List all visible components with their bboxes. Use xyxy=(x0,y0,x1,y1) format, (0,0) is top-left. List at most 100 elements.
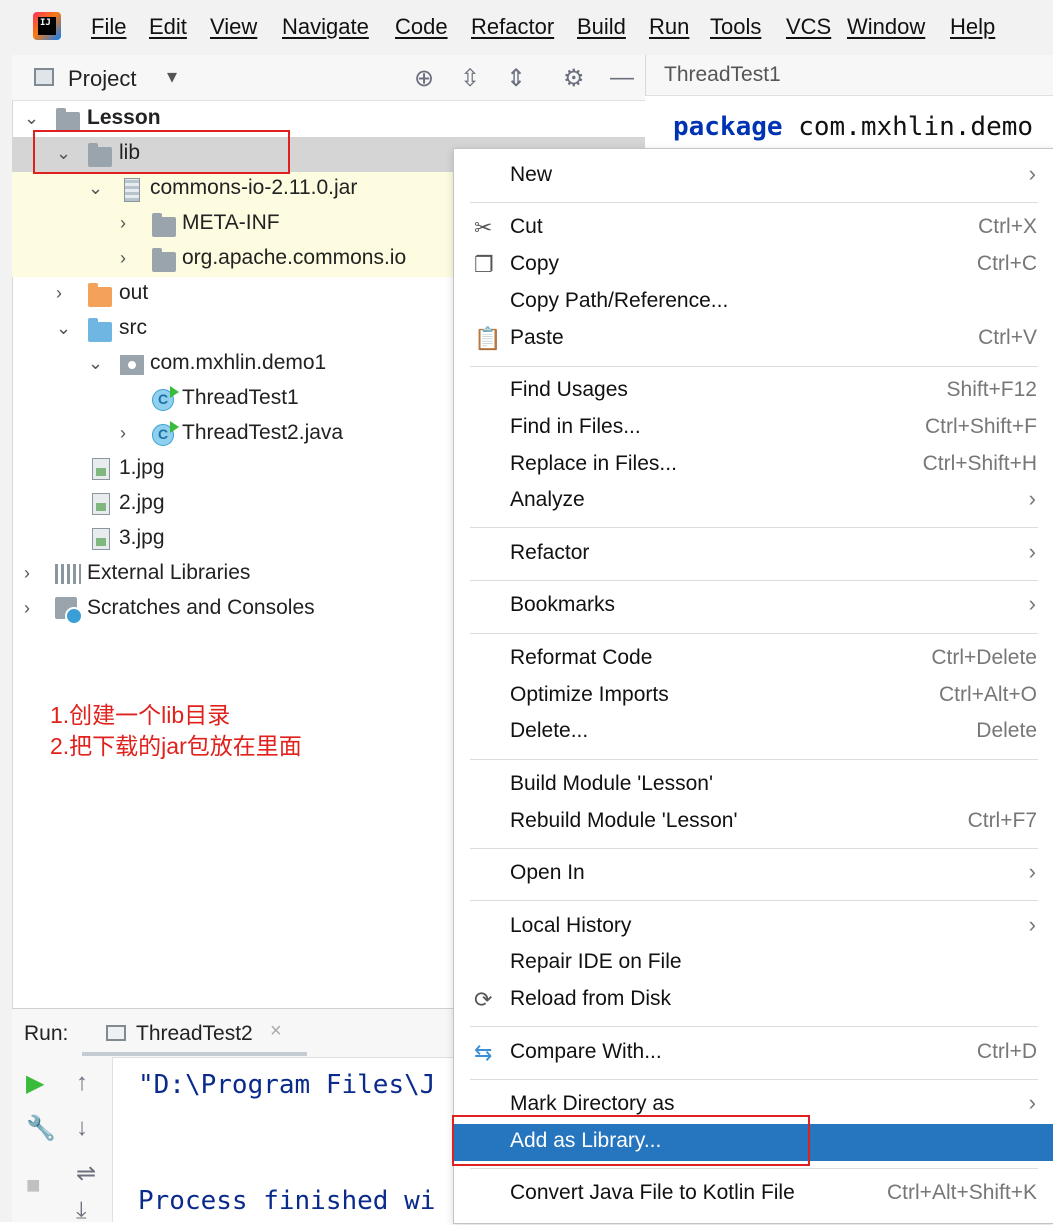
menu-item-repair-ide[interactable]: Repair IDE on File xyxy=(454,945,1053,982)
close-icon[interactable]: × xyxy=(270,1020,282,1043)
chevron-right-icon[interactable]: › xyxy=(24,598,30,619)
chevron-right-icon[interactable]: › xyxy=(56,283,62,304)
menu-item-label: Cut xyxy=(510,215,543,238)
menu-item-label: Delete... xyxy=(510,719,589,742)
chevron-right-icon[interactable]: › xyxy=(120,423,126,444)
menu-item-find-in-files[interactable]: Find in Files... Ctrl+Shift+F xyxy=(454,410,1053,447)
menu-item-label: Paste xyxy=(510,326,564,349)
menu-tools[interactable]: Tools xyxy=(710,14,761,40)
chevron-down-icon[interactable]: ▾ xyxy=(167,64,177,89)
menu-separator xyxy=(470,633,1038,634)
menu-item-delete[interactable]: Delete... Delete xyxy=(454,714,1053,751)
menu-shortcut: Ctrl+Shift+H xyxy=(922,452,1037,475)
module-folder-icon xyxy=(56,108,80,132)
run-tab[interactable]: ThreadTest2 xyxy=(136,1022,253,1046)
menu-item-bookmarks[interactable]: Bookmarks › xyxy=(454,588,1053,625)
menu-item-label: Open In xyxy=(510,861,585,884)
tree-label: 3.jpg xyxy=(119,526,165,549)
menu-bar: IJ File Edit View Navigate Code Refactor… xyxy=(0,0,1053,55)
menu-item-open-in[interactable]: Open In › xyxy=(454,856,1053,893)
submenu-arrow-icon: › xyxy=(1028,1090,1036,1115)
minimize-icon[interactable]: — xyxy=(610,64,634,92)
menu-shortcut: Ctrl+Delete xyxy=(931,646,1037,669)
menu-item-convert-kotlin[interactable]: Convert Java File to Kotlin File Ctrl+Al… xyxy=(454,1176,1053,1213)
menu-item-replace-in-files[interactable]: Replace in Files... Ctrl+Shift+H xyxy=(454,447,1053,484)
expand-all-icon[interactable]: ⇳ xyxy=(460,64,480,93)
menu-item-rebuild-module[interactable]: Rebuild Module 'Lesson' Ctrl+F7 xyxy=(454,804,1053,841)
menu-separator xyxy=(470,202,1038,203)
menu-item-find-usages[interactable]: Find Usages Shift+F12 xyxy=(454,373,1053,410)
image-file-icon xyxy=(92,493,110,515)
menu-shortcut: Ctrl+Alt+O xyxy=(938,683,1037,706)
menu-item-build-module[interactable]: Build Module 'Lesson' xyxy=(454,767,1053,804)
menu-item-refactor[interactable]: Refactor › xyxy=(454,536,1053,573)
menu-item-reformat-code[interactable]: Reformat Code Ctrl+Delete xyxy=(454,641,1053,678)
scratches-icon xyxy=(55,597,83,625)
menu-edit[interactable]: Edit xyxy=(149,14,187,40)
menu-separator xyxy=(470,900,1038,901)
menu-shortcut: Ctrl+F7 xyxy=(967,809,1037,832)
menu-build[interactable]: Build xyxy=(577,14,626,40)
folder-icon xyxy=(152,248,176,272)
stop-icon[interactable]: ■ xyxy=(26,1172,41,1200)
menu-run[interactable]: Run xyxy=(649,14,689,40)
play-icon[interactable]: ▶ xyxy=(26,1069,44,1098)
tree-label: ThreadTest2.java xyxy=(182,421,344,444)
arrow-down-icon[interactable]: ↓ xyxy=(76,1114,88,1142)
source-folder-icon xyxy=(88,318,112,342)
crosshair-icon[interactable]: ⊕ xyxy=(414,64,434,93)
arrow-up-icon[interactable]: ↑ xyxy=(76,1069,88,1097)
menu-item-reload-from-disk[interactable]: ⟳ Reload from Disk xyxy=(454,982,1053,1019)
menu-separator xyxy=(470,848,1038,849)
scroll-to-end-icon[interactable]: ⤓ xyxy=(76,1197,87,1225)
menu-item-paste[interactable]: 📋 Paste Ctrl+V xyxy=(454,321,1053,358)
package-icon xyxy=(120,355,144,375)
menu-item-optimize-imports[interactable]: Optimize Imports Ctrl+Alt+O xyxy=(454,678,1053,715)
jar-icon xyxy=(124,178,140,202)
menu-item-analyze[interactable]: Analyze › xyxy=(454,483,1053,520)
chevron-down-icon[interactable]: ⌄ xyxy=(56,318,71,339)
run-label: Run: xyxy=(24,1022,69,1045)
menu-view[interactable]: View xyxy=(210,14,257,40)
menu-item-copy[interactable]: ❐ Copy Ctrl+C xyxy=(454,247,1053,284)
wrench-icon[interactable]: 🔧 xyxy=(26,1114,56,1143)
highlight-box-lib xyxy=(33,130,290,174)
menu-item-label: Compare With... xyxy=(510,1040,662,1063)
menu-navigate[interactable]: Navigate xyxy=(282,14,369,40)
compare-icon: ⇆ xyxy=(474,1040,493,1065)
menu-refactor[interactable]: Refactor xyxy=(471,14,554,40)
collapse-all-icon[interactable]: ⇕ xyxy=(506,64,526,93)
menu-item-compare-with[interactable]: ⇆ Compare With... Ctrl+D xyxy=(454,1035,1053,1072)
chevron-right-icon[interactable]: › xyxy=(120,248,126,269)
tree-label: com.mxhlin.demo1 xyxy=(150,351,327,374)
chevron-down-icon[interactable]: ⌄ xyxy=(88,178,103,199)
menu-item-label: Mark Directory as xyxy=(510,1092,675,1115)
editor-tab[interactable]: ThreadTest1 xyxy=(645,55,1053,96)
menu-item-label: Local History xyxy=(510,914,632,937)
menu-file[interactable]: File xyxy=(91,14,126,40)
soft-wrap-icon[interactable]: ⇌ xyxy=(76,1159,96,1188)
menu-item-label: Optimize Imports xyxy=(510,683,669,706)
chevron-right-icon[interactable]: › xyxy=(120,213,126,234)
reload-icon: ⟳ xyxy=(474,987,493,1012)
project-panel-header: Project ▾ ⊕ ⇳ ⇕ ⚙ — xyxy=(12,55,645,101)
submenu-arrow-icon: › xyxy=(1028,859,1036,884)
chevron-right-icon[interactable]: › xyxy=(24,563,30,584)
menu-code[interactable]: Code xyxy=(395,14,448,40)
gear-icon[interactable]: ⚙ xyxy=(563,64,585,93)
submenu-arrow-icon: › xyxy=(1028,486,1036,511)
menu-item-new[interactable]: New › xyxy=(454,158,1053,195)
menu-separator xyxy=(470,580,1038,581)
menu-help[interactable]: Help xyxy=(950,14,995,40)
menu-item-copy-path[interactable]: Copy Path/Reference... xyxy=(454,284,1053,321)
menu-window[interactable]: Window xyxy=(847,14,925,40)
menu-item-local-history[interactable]: Local History › xyxy=(454,909,1053,946)
intellij-logo-icon: IJ xyxy=(33,12,61,40)
menu-shortcut: Ctrl+V xyxy=(978,326,1037,349)
chevron-down-icon[interactable]: ⌄ xyxy=(24,108,39,129)
tree-label: Scratches and Consoles xyxy=(87,596,315,619)
project-view-selector[interactable]: Project xyxy=(68,66,136,92)
chevron-down-icon[interactable]: ⌄ xyxy=(88,353,103,374)
menu-item-cut[interactable]: ✂ Cut Ctrl+X xyxy=(454,210,1053,247)
menu-vcs[interactable]: VCS xyxy=(786,14,831,40)
